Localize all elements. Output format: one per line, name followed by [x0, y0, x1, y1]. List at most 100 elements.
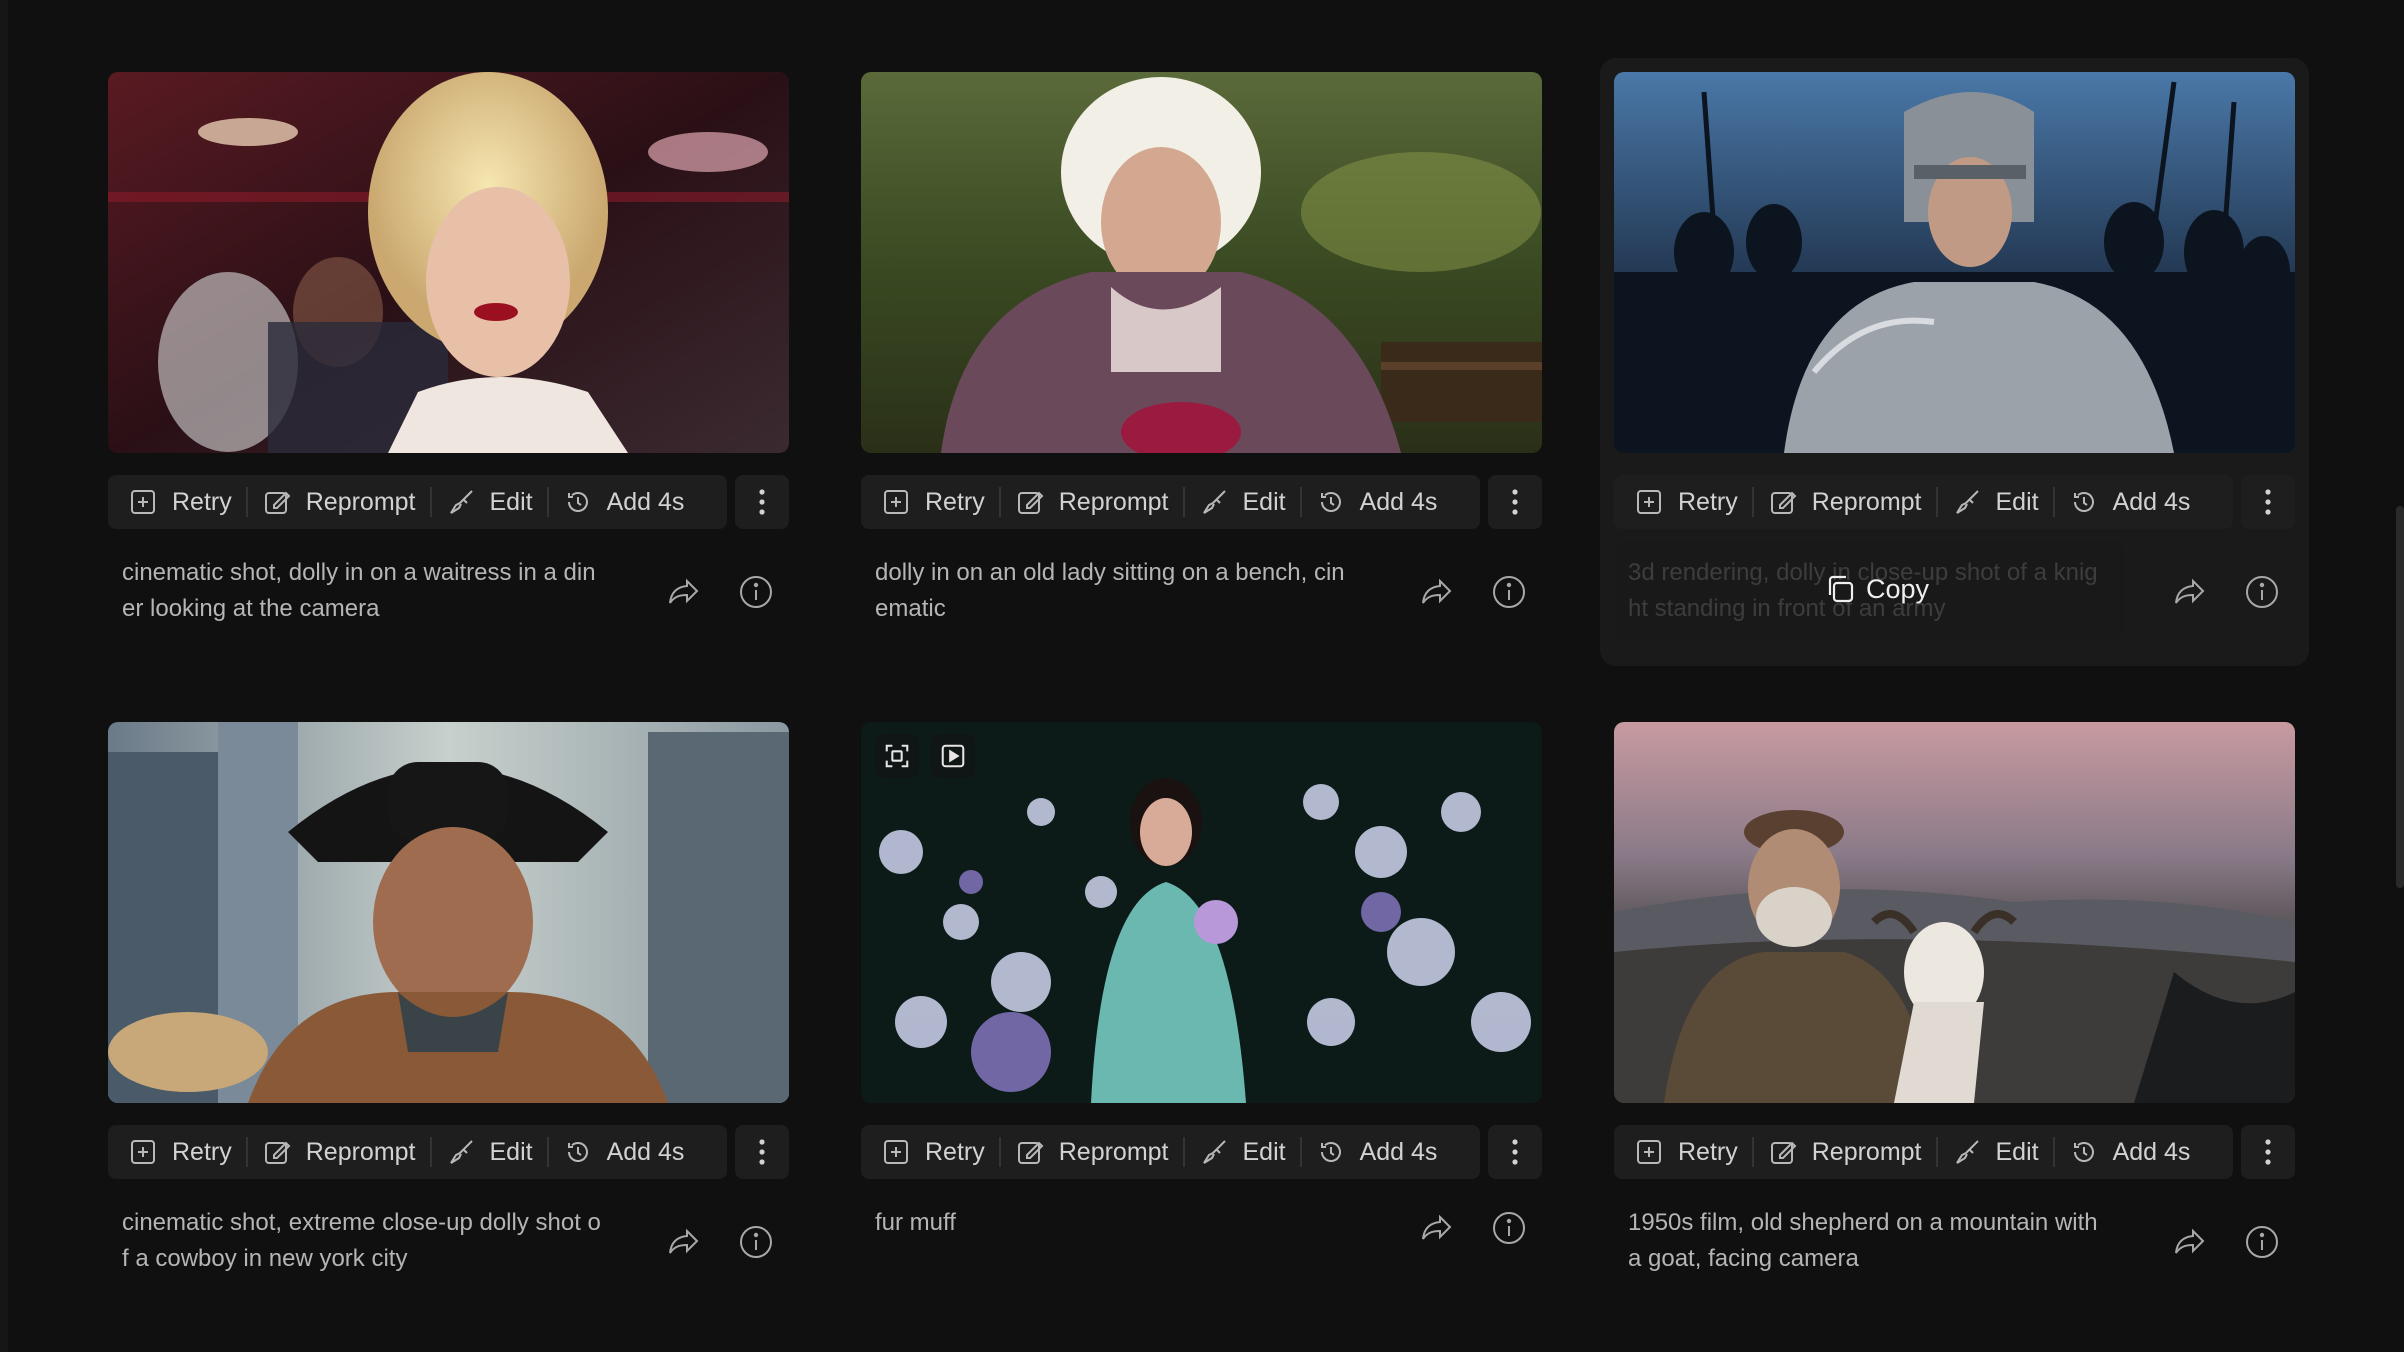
- caption-actions: [2171, 1205, 2295, 1261]
- prompt-caption: cinematic shot, extreme close-up dolly s…: [122, 1209, 601, 1272]
- reprompt-button[interactable]: Reprompt: [248, 482, 430, 522]
- pencil-square-icon: [1017, 491, 1044, 514]
- reprompt-button[interactable]: Reprompt: [1001, 482, 1183, 522]
- more-vertical-icon: [2265, 1139, 2271, 1165]
- video-thumbnail[interactable]: [108, 722, 789, 1103]
- retry-label: Retry: [925, 487, 985, 516]
- prompt-caption: fur muff: [875, 1209, 956, 1236]
- share-icon[interactable]: [1418, 573, 1456, 611]
- screenshot-button[interactable]: [875, 734, 919, 778]
- retry-icon: [884, 1140, 908, 1164]
- info-icon[interactable]: [2243, 1223, 2281, 1261]
- left-edge: [0, 0, 8, 1352]
- reprompt-label: Reprompt: [305, 487, 416, 516]
- share-icon[interactable]: [665, 1223, 703, 1261]
- share-icon[interactable]: [2171, 573, 2209, 611]
- video-thumbnail[interactable]: [108, 72, 789, 453]
- tool-group: Retry Reprompt Edit Add 4s: [861, 475, 1480, 529]
- add-time-button[interactable]: Add 4s: [549, 1132, 699, 1172]
- add-time-button[interactable]: Add 4s: [2055, 1132, 2205, 1172]
- retry-button[interactable]: Retry: [867, 482, 999, 522]
- video-card: Retry Reprompt Edit Add 4s: [861, 72, 1542, 642]
- prompt-caption-copy-hover[interactable]: 3d rendering, dolly in close-up shot of …: [1614, 541, 2124, 641]
- timer-add-icon: [567, 492, 588, 512]
- add-time-label: Add 4s: [2112, 1137, 2191, 1166]
- info-icon[interactable]: [2243, 573, 2281, 611]
- share-icon[interactable]: [2171, 1223, 2209, 1261]
- more-options-button[interactable]: [1488, 475, 1542, 529]
- timer-add-icon: [1320, 1142, 1341, 1162]
- caption-actions: [665, 1205, 789, 1261]
- reprompt-label: Reprompt: [1811, 1137, 1922, 1166]
- share-icon[interactable]: [1418, 1209, 1456, 1247]
- video-card: Retry Reprompt Edit Add 4s: [861, 722, 1542, 1292]
- info-icon[interactable]: [1490, 573, 1528, 611]
- info-icon[interactable]: [737, 573, 775, 611]
- add-time-label: Add 4s: [1359, 487, 1438, 516]
- edit-label: Edit: [1995, 487, 2039, 516]
- caption-row: 3d rendering, dolly in close-up shot of …: [1614, 541, 2295, 641]
- edit-button[interactable]: Edit: [1938, 482, 2053, 522]
- retry-label: Retry: [925, 1137, 985, 1166]
- pencil-square-icon: [1770, 491, 1797, 514]
- retry-icon: [1637, 490, 1661, 514]
- video-thumbnail[interactable]: [861, 722, 1542, 1103]
- more-vertical-icon: [759, 1139, 765, 1165]
- more-options-button[interactable]: [735, 475, 789, 529]
- flower-garden-scene-image: [861, 722, 1542, 1103]
- timer-add-icon: [2073, 1142, 2094, 1162]
- more-vertical-icon: [1512, 489, 1518, 515]
- edit-button[interactable]: Edit: [1185, 1132, 1300, 1172]
- pencil-square-icon: [1770, 1141, 1797, 1164]
- reprompt-button[interactable]: Reprompt: [248, 1132, 430, 1172]
- video-thumbnail[interactable]: [1614, 72, 2295, 453]
- edit-button[interactable]: Edit: [432, 482, 547, 522]
- retry-button[interactable]: Retry: [867, 1132, 999, 1172]
- add-time-button[interactable]: Add 4s: [2055, 482, 2205, 522]
- share-icon[interactable]: [665, 573, 703, 611]
- card-toolbar: Retry Reprompt Edit Add 4s: [861, 1125, 1542, 1179]
- retry-button[interactable]: Retry: [1620, 482, 1752, 522]
- caption-actions: [1418, 1205, 1542, 1247]
- retry-button[interactable]: Retry: [114, 482, 246, 522]
- old-lady-scene-image: [861, 72, 1542, 453]
- play-button[interactable]: [931, 734, 975, 778]
- retry-button[interactable]: Retry: [1620, 1132, 1752, 1172]
- reprompt-button[interactable]: Reprompt: [1001, 1132, 1183, 1172]
- edit-button[interactable]: Edit: [432, 1132, 547, 1172]
- more-options-button[interactable]: [1488, 1125, 1542, 1179]
- more-options-button[interactable]: [735, 1125, 789, 1179]
- retry-button[interactable]: Retry: [114, 1132, 246, 1172]
- more-options-button[interactable]: [2241, 475, 2295, 529]
- timer-add-icon: [567, 1142, 588, 1162]
- edit-label: Edit: [1995, 1137, 2039, 1166]
- video-thumbnail[interactable]: [861, 72, 1542, 453]
- info-icon[interactable]: [737, 1223, 775, 1261]
- add-time-button[interactable]: Add 4s: [549, 482, 699, 522]
- add-time-label: Add 4s: [606, 1137, 685, 1166]
- add-time-button[interactable]: Add 4s: [1302, 482, 1452, 522]
- add-time-button[interactable]: Add 4s: [1302, 1132, 1452, 1172]
- more-options-button[interactable]: [2241, 1125, 2295, 1179]
- card-toolbar: Retry Reprompt Edit Add 4s: [108, 475, 789, 529]
- card-toolbar: Retry Reprompt Edit Add 4s: [1614, 1125, 2295, 1179]
- edit-button[interactable]: Edit: [1185, 482, 1300, 522]
- tool-group: Retry Reprompt Edit Add 4s: [108, 1125, 727, 1179]
- timer-add-icon: [1320, 492, 1341, 512]
- reprompt-button[interactable]: Reprompt: [1754, 1132, 1936, 1172]
- play-icon: [941, 744, 965, 768]
- caption-row: fur muff: [861, 1205, 1542, 1277]
- edit-label: Edit: [1242, 487, 1286, 516]
- knight-scene-image: [1614, 72, 2295, 453]
- video-thumbnail[interactable]: [1614, 722, 2295, 1103]
- edit-button[interactable]: Edit: [1938, 1132, 2053, 1172]
- reprompt-button[interactable]: Reprompt: [1754, 482, 1936, 522]
- video-gallery-page: Retry Reprompt Edit Add 4s cinematic sho…: [0, 0, 2404, 1352]
- copy-button[interactable]: Copy: [1824, 571, 1929, 607]
- info-icon[interactable]: [1490, 1209, 1528, 1247]
- cowboy-scene-image: [108, 722, 789, 1103]
- video-card-selected: Retry Reprompt Edit Add 4s 3d rendering,…: [1600, 58, 2309, 666]
- retry-label: Retry: [1678, 1137, 1738, 1166]
- brush-icon: [449, 1140, 473, 1164]
- vertical-scrollbar[interactable]: [2396, 506, 2404, 888]
